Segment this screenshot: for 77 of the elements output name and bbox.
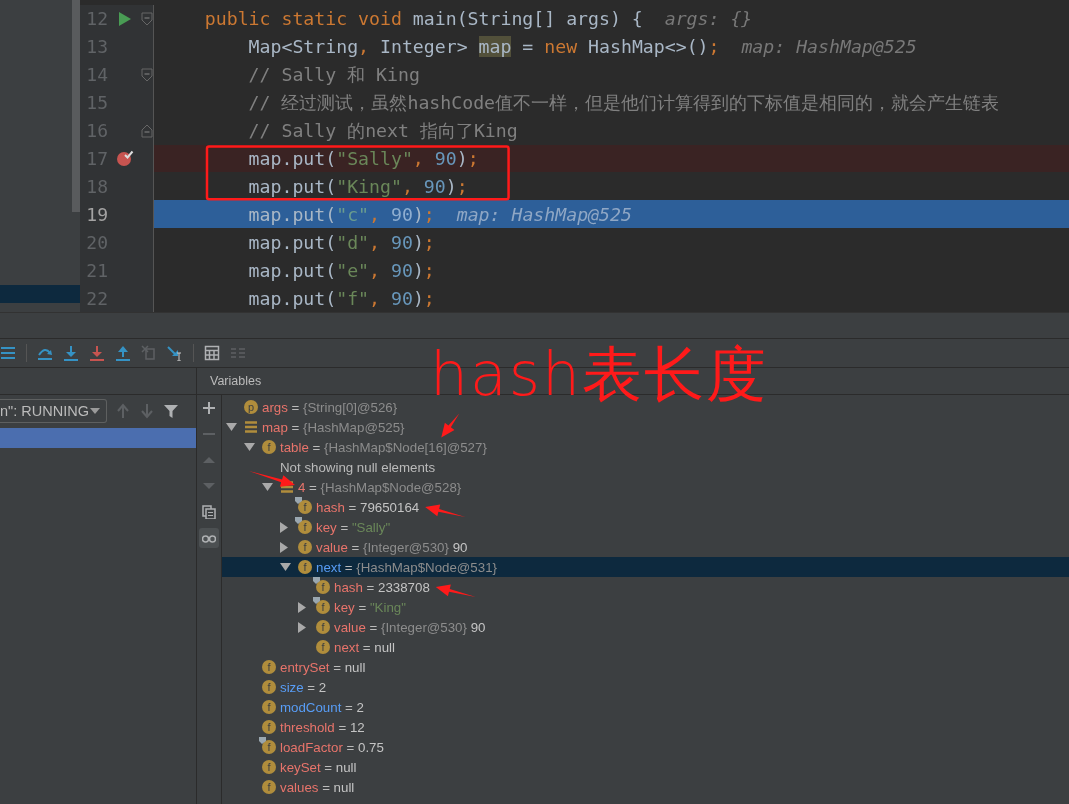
type-icon: f — [298, 560, 312, 574]
type-icon: f — [262, 440, 276, 454]
type-icon: f — [262, 660, 276, 674]
cursor-arrow-icon[interactable] — [167, 345, 183, 361]
code-line: map.put("d", 90); — [247, 231, 435, 253]
code-line: map.put("f", 90); — [247, 287, 435, 309]
type-icon: f — [298, 540, 312, 554]
filter-icon[interactable] — [163, 403, 179, 419]
code-line: // Sally 和 King — [247, 63, 420, 88]
tree-message: Not showing null elements — [280, 459, 436, 475]
code-line: map.put("c", 90); map: HashMap@525 — [247, 203, 632, 225]
variable-entry: hash = 79650164 — [316, 499, 420, 515]
code-line: public static void main(String[] args) { args: {} — [203, 8, 753, 30]
type-icon: f — [262, 700, 276, 714]
variable-entry: hash = 2338708 — [334, 579, 430, 595]
arrow-down-icon[interactable] — [63, 345, 79, 361]
variable-entry: threshold = 12 — [280, 719, 365, 735]
type-icon: p — [244, 400, 258, 414]
arrow-down-icon[interactable] — [89, 345, 105, 361]
run-icon[interactable] — [117, 10, 132, 27]
variable-entry: size = 2 — [280, 679, 327, 695]
variable-entry: next = {HashMap$Node@531} — [316, 559, 497, 575]
triangle-down-icon[interactable] — [226, 423, 237, 431]
variable-entry: modCount = 2 — [280, 699, 364, 715]
type-icon: f — [262, 760, 276, 774]
menu-icon[interactable] — [0, 345, 16, 361]
type-icon: f — [262, 740, 276, 754]
thread-dropdown[interactable]: n": RUNNING — [0, 399, 107, 423]
calculator-icon[interactable] — [204, 345, 220, 361]
fold-marker-icon[interactable] — [141, 11, 153, 26]
triangle-down-icon[interactable] — [280, 563, 291, 571]
arrow-up-icon[interactable] — [115, 345, 131, 361]
variable-entry: table = {HashMap$Node[16]@527} — [280, 439, 487, 455]
variable-entry: key = "Sally" — [316, 519, 391, 535]
variable-entry: key = "King" — [334, 599, 406, 615]
panel-title: Variables — [210, 374, 262, 388]
handwritten-note: hash表长度 — [430, 338, 769, 410]
code-line: Map<String, Integer> map = new HashMap<>(); map: HashMap@525 — [247, 36, 917, 58]
variable-entry: map = {HashMap@525} — [262, 419, 405, 435]
variable-entry: entrySet = null — [280, 659, 366, 675]
line-number: 19 — [85, 203, 108, 225]
type-icon: f — [262, 780, 276, 794]
type-icon: f — [262, 720, 276, 734]
fold-marker-icon[interactable] — [141, 67, 153, 82]
type-icon: f — [316, 640, 330, 654]
variable-entry: value = {Integer@530} 90 — [334, 619, 486, 635]
triangle-right-icon[interactable] — [280, 521, 288, 533]
selected-row[interactable]: f next = {HashMap$Node@531} — [222, 557, 1069, 577]
copy-icon[interactable] — [202, 505, 216, 519]
triangle-right-icon[interactable] — [298, 601, 306, 613]
fold-marker-icon[interactable] — [141, 123, 153, 138]
type-icon: f — [262, 680, 276, 694]
triangle-down-icon[interactable] — [244, 443, 255, 451]
triangle-right-icon[interactable] — [298, 621, 306, 633]
code-line: map.put("King", 90); — [247, 175, 468, 197]
variable-entry: values = null — [280, 779, 355, 795]
variable-entry: args = {String[0]@526} — [262, 399, 398, 415]
variable-entry: keySet = null — [280, 759, 357, 775]
code-line: // Sally 的next 指向了King — [247, 119, 518, 144]
variable-entry: next = null — [334, 639, 395, 655]
variable-entry: loadFactor = 0.75 — [280, 739, 384, 755]
code-line: map.put("Sally", 90); — [247, 148, 479, 169]
caret-icon[interactable] — [90, 408, 100, 414]
scrollbar[interactable] — [72, 0, 80, 212]
plus-icon[interactable] — [202, 401, 216, 415]
triangle-down-icon[interactable] — [262, 483, 273, 491]
code-line: map.put("e", 90); — [247, 259, 435, 281]
type-icon: f — [316, 620, 330, 634]
triangle-right-icon[interactable] — [280, 541, 288, 553]
type-icon: f — [298, 500, 312, 514]
type-icon: f — [298, 520, 312, 534]
code-line: // 经过测试，虽然hashCode值不一样，但是他们计算得到的下标值是相同的，就会产生链表 — [247, 91, 1000, 116]
variable-entry: value = {Integer@530} 90 — [316, 539, 468, 555]
variable-entry: 4 = {HashMap$Node@528} — [298, 479, 462, 495]
type-icon: f — [316, 600, 330, 614]
type-icon: f — [316, 580, 330, 594]
breakpoint-icon[interactable] — [115, 149, 134, 168]
